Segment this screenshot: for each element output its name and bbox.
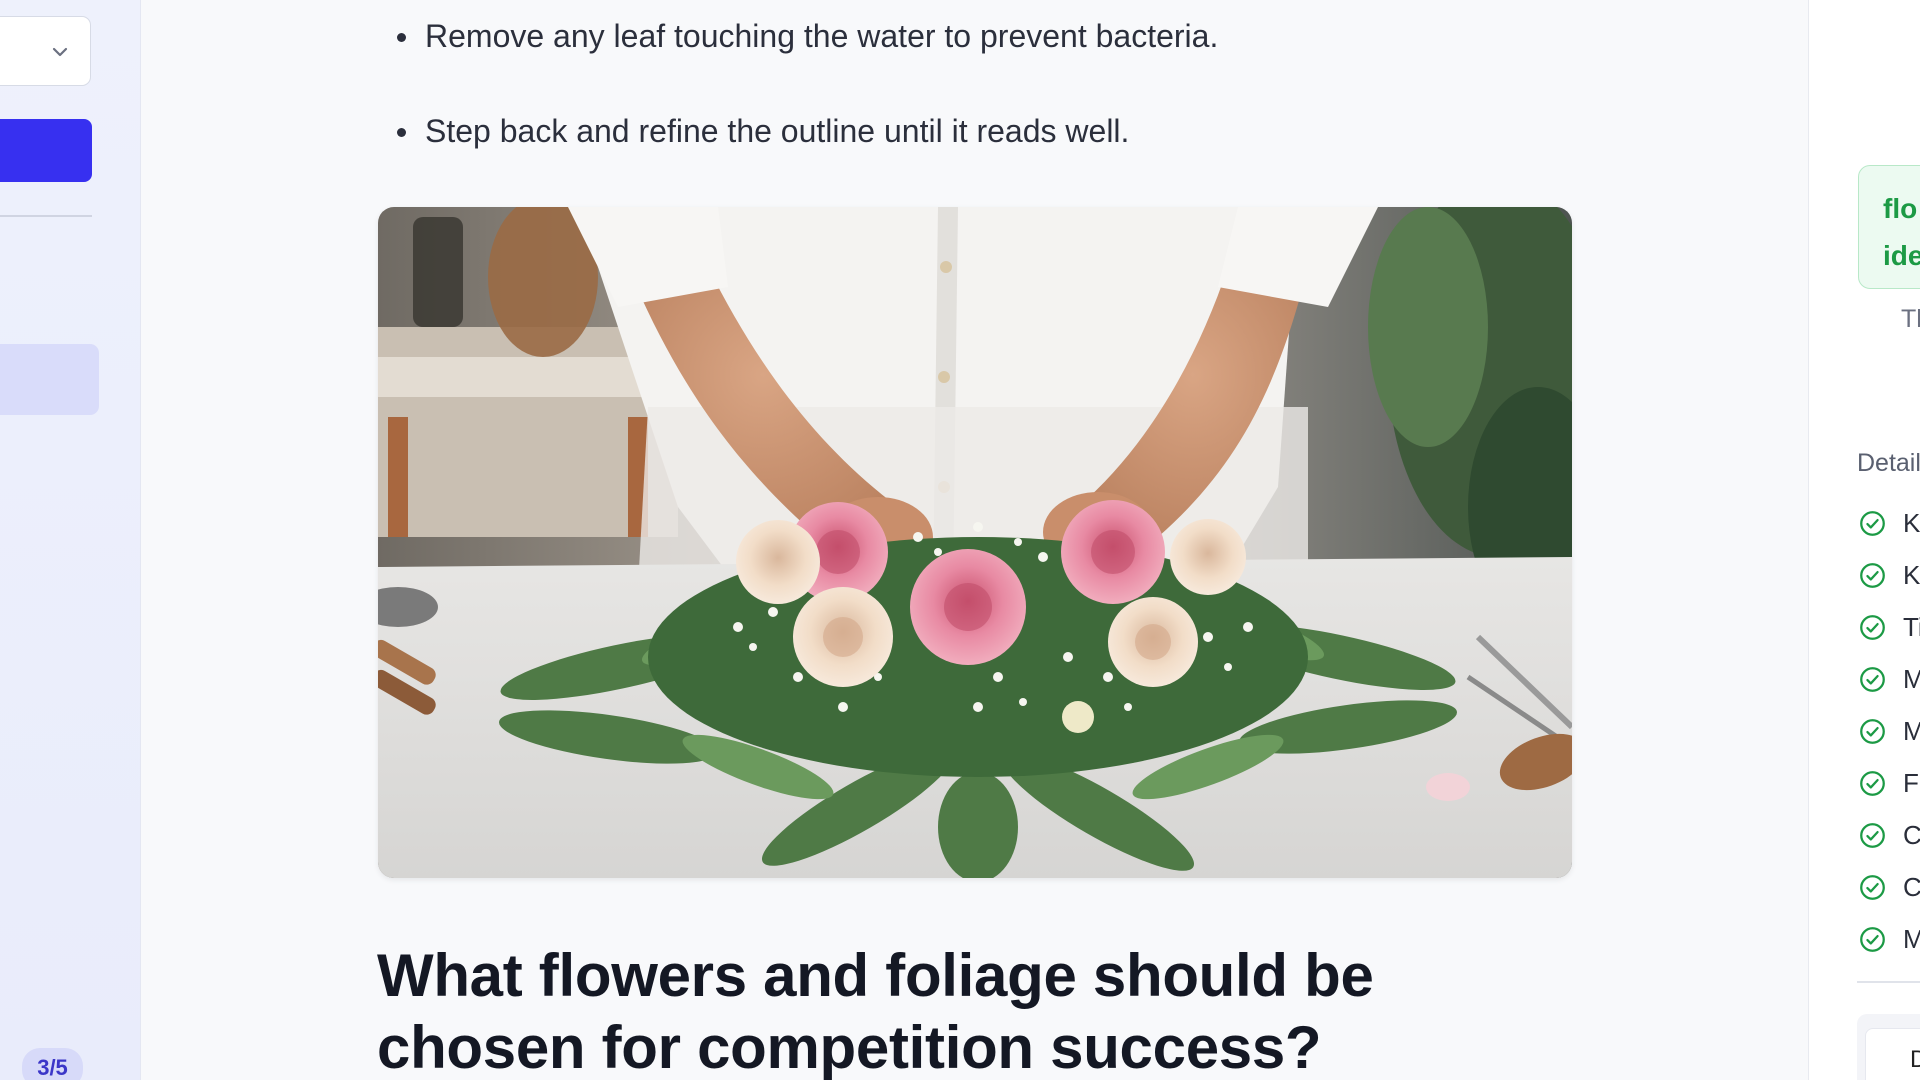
primary-action-button[interactable] bbox=[0, 119, 92, 182]
panel-bottom-card[interactable]: D bbox=[1857, 1014, 1920, 1080]
sidebar-item-active[interactable] bbox=[0, 344, 99, 415]
panel-bottom-card-label: D bbox=[1865, 1028, 1920, 1080]
check-circle-icon bbox=[1860, 510, 1885, 536]
checklist-label: Ke bbox=[1903, 507, 1920, 538]
workspace-select[interactable] bbox=[0, 16, 91, 86]
checklist-item: Ti bbox=[1859, 601, 1920, 653]
details-panel: flo ide Th Detail Ke Ke Ti M M Fe bbox=[1808, 0, 1920, 1080]
list-item: Step back and refine the outline until i… bbox=[390, 111, 1570, 151]
section-heading: What flowers and foliage should be chose… bbox=[377, 942, 1374, 1080]
checklist-label: Ke bbox=[1903, 559, 1920, 590]
checklist-label: M bbox=[1903, 664, 1920, 695]
checklist-item: C bbox=[1859, 861, 1920, 913]
panel-description: Th bbox=[1901, 305, 1920, 333]
check-circle-icon bbox=[1860, 770, 1885, 796]
checklist-item: Ke bbox=[1859, 497, 1920, 549]
check-circle-icon bbox=[1860, 926, 1885, 952]
list-item: Remove any leaf touching the water to pr… bbox=[390, 16, 1570, 56]
checklist-label: M bbox=[1903, 716, 1920, 747]
checklist-label: Fe bbox=[1903, 767, 1920, 798]
panel-divider bbox=[1857, 981, 1920, 983]
checklist-item: M bbox=[1859, 653, 1920, 705]
tag-line: ide bbox=[1883, 240, 1920, 271]
checklist-label: M bbox=[1903, 924, 1920, 955]
checklist-item: Ke bbox=[1859, 549, 1920, 601]
topic-tag-card[interactable]: flo ide bbox=[1858, 165, 1920, 289]
checklist-label: Ti bbox=[1903, 611, 1920, 642]
checklist-item: Fe bbox=[1859, 757, 1920, 809]
checklist-label: C bbox=[1903, 871, 1920, 902]
check-circle-icon bbox=[1860, 666, 1885, 692]
sidebar: 3/5 bbox=[0, 0, 141, 1080]
details-heading: Detail bbox=[1857, 449, 1920, 477]
checklist-item: M bbox=[1859, 913, 1920, 965]
arrangement-photo bbox=[378, 207, 1572, 878]
chevron-down-icon bbox=[52, 47, 68, 57]
checklist-label: C bbox=[1903, 819, 1920, 850]
check-circle-icon bbox=[1860, 614, 1885, 640]
floral-arrangement-image bbox=[378, 207, 1572, 878]
checklist-item: C bbox=[1859, 809, 1920, 861]
check-circle-icon bbox=[1860, 718, 1885, 744]
check-circle-icon bbox=[1860, 822, 1885, 848]
page-indicator: 3/5 bbox=[22, 1048, 83, 1080]
tag-line: flo bbox=[1883, 193, 1918, 224]
checklist-item: M bbox=[1859, 705, 1920, 757]
check-circle-icon bbox=[1860, 874, 1885, 900]
tips-list: Remove any leaf touching the water to pr… bbox=[390, 16, 1570, 206]
check-circle-icon bbox=[1860, 562, 1885, 588]
details-checklist: Ke Ke Ti M M Fe C C bbox=[1859, 497, 1920, 965]
sidebar-divider bbox=[0, 215, 92, 217]
